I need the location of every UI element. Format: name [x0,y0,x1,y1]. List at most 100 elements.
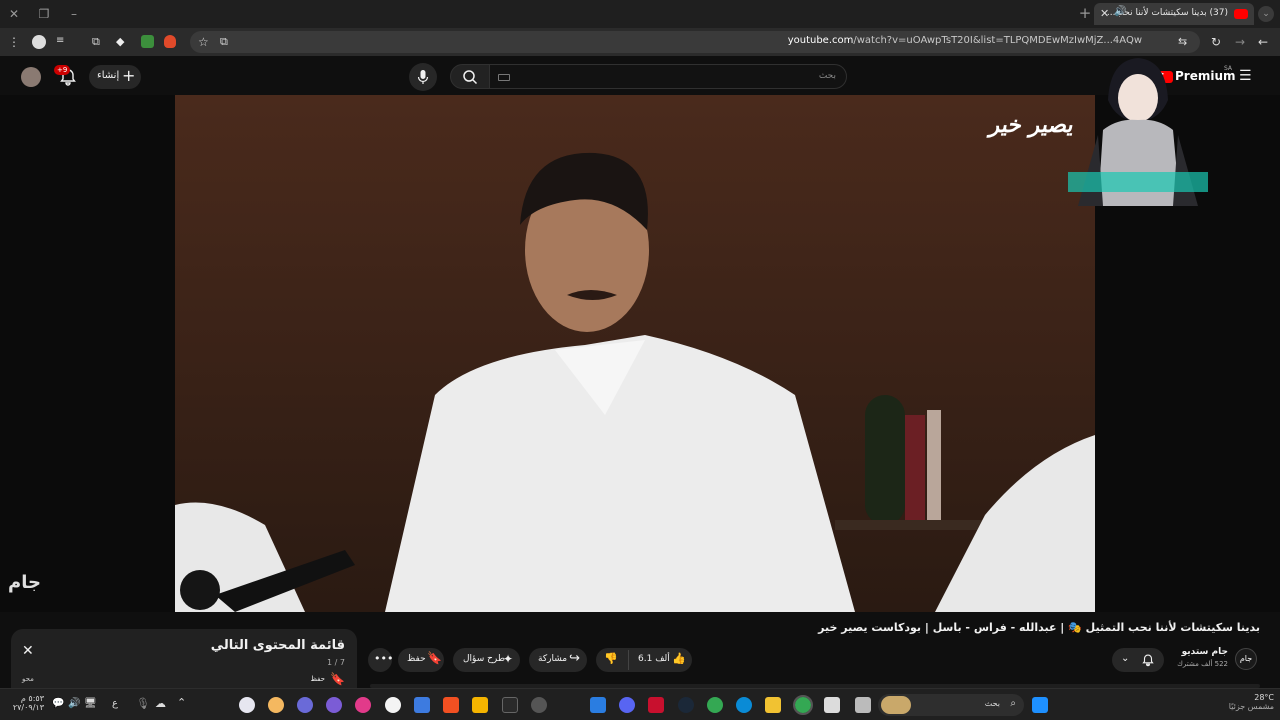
playlist-title: قائمة المحتوى التالي [210,638,345,653]
back-icon[interactable]: ← [1258,35,1272,49]
address-bar[interactable]: ☆ ⧉ youtube.com/watch?v=uOAwpTsT20I&list… [190,31,1200,53]
language-indicator[interactable]: ع [112,698,118,709]
vtuber-avatar-overlay [1068,40,1208,206]
forward-icon[interactable]: → [1235,35,1249,49]
share-label: مشاركة [538,654,568,664]
more-actions-button[interactable]: ••• [368,648,393,672]
app-icon-6[interactable] [385,697,401,713]
clock[interactable]: ٥:٥٣ م ٢٧/٠٩/١٣ [10,694,44,712]
new-tab-button[interactable]: + [1077,5,1093,21]
search-highlight-image [881,696,911,714]
app-icon-4[interactable] [326,697,342,713]
search-button[interactable] [450,64,490,89]
extension-shield-icon[interactable] [164,35,176,48]
channel-name[interactable]: جام ستديو [1172,647,1228,657]
create-button[interactable]: إنشاء + [89,65,141,89]
video-player[interactable] [175,95,1095,612]
channel-corner-logo: جام [8,572,41,593]
microsoft-store-icon[interactable] [443,697,459,713]
minimize-window-button[interactable]: – [66,6,82,22]
store-bag-icon[interactable] [824,697,840,713]
podcast-watermark-logo: يصير خير [987,112,1077,138]
chat-icon[interactable]: 💬 [52,698,64,709]
media-controls-icon[interactable]: ≡ [56,35,70,49]
tray-overflow-icon[interactable]: ⌃ [177,696,186,709]
close-window-button[interactable]: ✕ [6,6,22,22]
close-playlist-icon[interactable]: ✕ [22,643,34,659]
bookmark-icon: 🔖 [427,651,442,665]
restore-window-button[interactable]: ❐ [36,6,52,22]
taskbar-search-placeholder: بحث [984,699,1000,708]
app-icon-2[interactable] [268,697,284,713]
channel-avatar[interactable]: جام [1235,648,1257,670]
task-view-icon[interactable] [855,697,871,713]
extension-diamond-icon[interactable]: ◆ [116,35,130,49]
chrome-active-icon[interactable] [793,695,813,715]
windows-start-icon[interactable] [1032,697,1048,713]
chrome-icon[interactable] [707,697,723,713]
mail-icon[interactable] [590,697,606,713]
close-tab-icon[interactable]: ✕ [1100,7,1109,20]
discord-icon[interactable] [619,697,635,713]
tab-search-icon[interactable]: ⌄ [1258,6,1274,22]
reload-icon[interactable]: ↻ [1211,35,1225,49]
guide-menu-icon[interactable]: ☰ [1239,68,1252,84]
bookmark-star-icon[interactable]: ☆ [198,35,212,49]
playlist-bookmark-icon: 🔖 [330,672,345,686]
app-icon-7[interactable] [414,697,430,713]
file-explorer-icon[interactable] [765,697,781,713]
channel-info: جام ستديو 522 ألف مشترك [1172,647,1228,668]
extension-green-icon[interactable] [141,35,154,48]
voice-search-button[interactable] [409,63,437,91]
weather-desc: مشمس جزئيًا [1228,702,1274,711]
taskbar-search-box[interactable]: بحث ⌕ [878,694,1024,716]
like-icon[interactable]: 👍 [672,652,686,665]
bell-icon [1142,654,1154,667]
search-icon [463,70,478,85]
app-icon-11[interactable] [531,697,547,713]
edge-icon[interactable] [736,697,752,713]
create-label: إنشاء [97,70,120,81]
app-icon-9[interactable] [472,697,488,713]
like-count[interactable]: 6.1 ألف [638,654,670,664]
onedrive-icon[interactable]: ☁ [155,697,166,710]
weather-widget[interactable]: 28°C مشمس جزئيًا [1210,693,1274,711]
like-divider [628,650,629,670]
avatar[interactable] [21,67,41,87]
subscribed-button[interactable]: ⌄ [1112,648,1164,672]
browser-menu-icon[interactable]: ⋮ [8,35,22,49]
playlist-position: 1 / 7 [327,658,345,667]
app-icon-5[interactable] [355,697,371,713]
chevron-down-icon: ⌄ [1121,653,1130,664]
browser-title-bar: ✕ ❐ – + (37) بدينا سكيتشات لأننا نحب... … [0,0,1280,28]
volume-icon[interactable]: 🔊 [68,698,80,709]
share-icon: ↪ [569,651,580,666]
keyboard-icon[interactable] [498,74,510,81]
extension-icon[interactable] [32,35,46,49]
extensions-puzzle-icon[interactable]: ⧉ [92,35,106,49]
steam-icon[interactable] [678,697,694,713]
active-tab[interactable]: (37) بدينا سكيتشات لأننا نحب... 🔊 ✕ [1094,3,1254,25]
network-icon[interactable]: 🖥 [84,698,97,709]
playlist-save-label: حفظ [310,675,325,683]
save-button[interactable]: حفظ 🔖 [398,648,444,672]
notifications-bell-icon[interactable]: +9 [54,65,78,87]
video-frame [175,95,1095,612]
epic-games-icon[interactable] [502,697,518,713]
app-icon-1[interactable] [239,697,255,713]
share-button[interactable]: مشاركة ↪ [529,648,587,672]
audio-playing-icon[interactable]: 🔊 [1114,6,1126,17]
app-icon-3[interactable] [297,697,313,713]
weather-temp: 28°C [1254,693,1274,702]
search-input[interactable]: بحث [489,64,847,89]
ask-button[interactable]: طرح سؤال ✦ [453,648,520,672]
subscriber-count: 522 ألف مشترك [1177,660,1228,668]
dislike-icon[interactable]: 👎 [604,652,618,665]
microphone-icon [417,70,429,84]
app-icon-14[interactable] [648,697,664,713]
country-code: SA [1224,65,1233,72]
mic-tray-icon[interactable]: 🎙 [136,697,150,710]
clock-date: ٢٧/٠٩/١٣ [12,703,44,712]
playlist-owner: محو [22,675,34,683]
install-app-icon[interactable]: ⧉ [220,35,234,49]
